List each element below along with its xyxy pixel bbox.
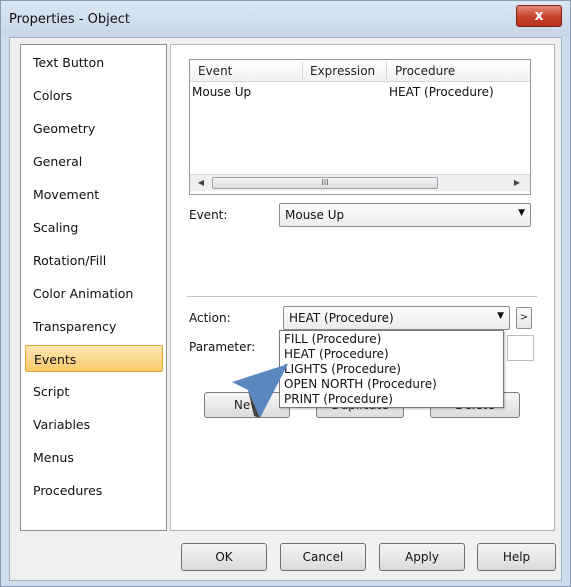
chevron-down-icon: ▼ [518, 208, 525, 218]
sidebar-item-colors[interactable]: Colors [25, 82, 163, 109]
scroll-thumb[interactable]: III [212, 177, 438, 189]
cancel-button[interactable]: Cancel [280, 543, 366, 571]
window-title: Properties - Object [9, 12, 130, 27]
sidebar-item-transparency[interactable]: Transparency [25, 313, 163, 340]
scroll-left-arrow-icon[interactable]: ◀ [194, 177, 208, 189]
events-panel: Event Expression Procedure Mouse Up HEAT… [170, 44, 555, 531]
column-header-expression[interactable]: Expression [310, 64, 375, 78]
apply-button[interactable]: Apply [379, 543, 465, 571]
event-dropdown[interactable]: Mouse Up ▼ [279, 203, 531, 227]
ok-button[interactable]: OK [181, 543, 267, 571]
parameter-input[interactable] [507, 335, 534, 361]
sidebar-item-procedures[interactable]: Procedures [25, 477, 163, 504]
cell-procedure: HEAT (Procedure) [389, 85, 494, 99]
dropdown-option[interactable]: LIGHTS (Procedure) [284, 362, 401, 377]
sidebar-item-menus[interactable]: Menus [25, 444, 163, 471]
events-table-header: Event Expression Procedure [190, 60, 530, 82]
events-table[interactable]: Event Expression Procedure Mouse Up HEAT… [189, 59, 531, 195]
parameter-label: Parameter: [189, 340, 256, 354]
help-button[interactable]: Help [477, 543, 556, 571]
dropdown-option[interactable]: FILL (Procedure) [284, 332, 381, 347]
sidebar-item-geometry[interactable]: Geometry [25, 115, 163, 142]
category-list: Text Button Colors Geometry General Move… [20, 44, 167, 531]
action-label: Action: [189, 311, 231, 325]
sidebar-item-scaling[interactable]: Scaling [25, 214, 163, 241]
dialog-client-area: Text Button Colors Geometry General Move… [9, 37, 562, 581]
horizontal-scrollbar[interactable]: ◀ III ▶ [190, 174, 530, 191]
title-bar[interactable]: Properties - Object x [1, 1, 570, 37]
action-dropdown-value: HEAT (Procedure) [289, 311, 394, 325]
sidebar-item-events[interactable]: Events [25, 345, 163, 372]
event-dropdown-value: Mouse Up [285, 208, 345, 222]
column-header-procedure[interactable]: Procedure [395, 64, 455, 78]
sidebar-item-script[interactable]: Script [25, 378, 163, 405]
scroll-right-arrow-icon[interactable]: ▶ [510, 177, 524, 189]
action-more-button[interactable]: > [516, 307, 532, 329]
action-dropdown-list: FILL (Procedure) HEAT (Procedure) LIGHTS… [279, 330, 504, 408]
sidebar-item-text-button[interactable]: Text Button [25, 49, 163, 76]
action-dropdown[interactable]: HEAT (Procedure) ▼ [283, 306, 510, 330]
sidebar-item-color-animation[interactable]: Color Animation [25, 280, 163, 307]
pointer-arrow-icon [232, 364, 288, 418]
column-divider[interactable] [302, 62, 303, 80]
column-divider[interactable] [386, 62, 387, 80]
event-label: Event: [189, 208, 228, 222]
cell-event: Mouse Up [192, 85, 252, 99]
sidebar-item-movement[interactable]: Movement [25, 181, 163, 208]
properties-window: Properties - Object x Text Button Colors… [0, 0, 571, 587]
section-divider [187, 296, 537, 297]
sidebar-item-rotation-fill[interactable]: Rotation/Fill [25, 247, 163, 274]
dropdown-option[interactable]: PRINT (Procedure) [284, 392, 393, 407]
sidebar-item-general[interactable]: General [25, 148, 163, 175]
dropdown-option[interactable]: OPEN NORTH (Procedure) [284, 377, 437, 392]
sidebar-item-variables[interactable]: Variables [25, 411, 163, 438]
column-header-event[interactable]: Event [198, 64, 232, 78]
close-button[interactable]: x [516, 5, 562, 27]
chevron-down-icon: ▼ [497, 311, 504, 321]
dropdown-option[interactable]: HEAT (Procedure) [284, 347, 389, 362]
